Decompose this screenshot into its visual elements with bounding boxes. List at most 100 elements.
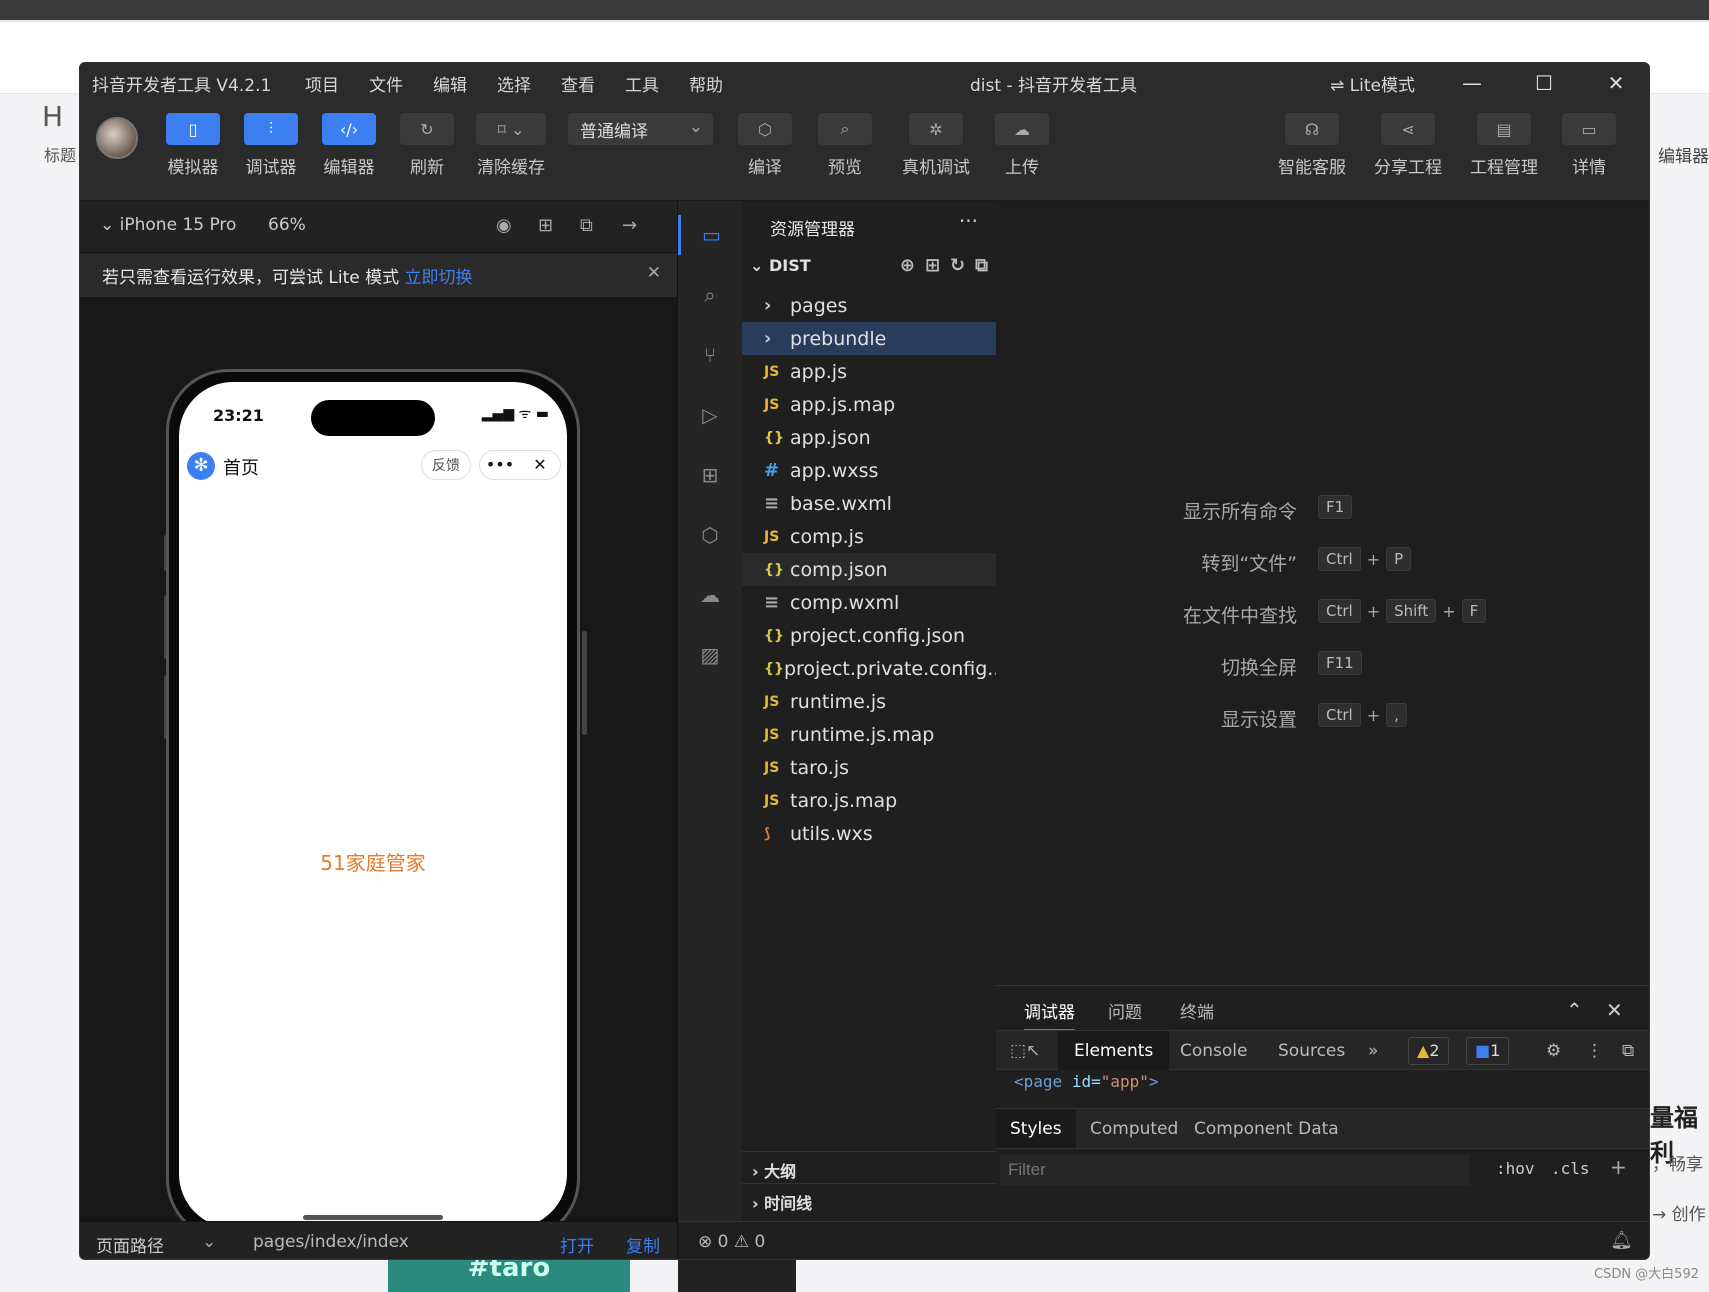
menu-select[interactable]: 选择 [497,71,531,96]
tree-item[interactable]: {} project.config.json [742,619,996,652]
package-icon[interactable]: ⬡ [678,515,742,555]
simulator-button[interactable]: ▯ 模拟器 [154,113,232,178]
lite-mode-button[interactable]: ⇌ Lite模式 [1330,71,1415,96]
tab-sources[interactable]: Sources [1278,1041,1345,1061]
close-panel-icon[interactable]: ✕ [1606,998,1623,1022]
tree-item[interactable]: {} project.private.config.... [742,652,996,685]
menu-project[interactable]: 项目 [305,71,339,96]
minimize-button[interactable]: — [1452,67,1492,99]
tree-item[interactable]: ⟆ utils.wxs [742,817,996,850]
popout-icon[interactable]: ⧉ [580,215,593,236]
device-select[interactable]: ⌄ iPhone 15 Pro [100,215,236,235]
dock-icon[interactable]: ⧉ [1622,1041,1634,1061]
copy-path-link[interactable]: 复制 [626,1232,660,1257]
explorer-icon[interactable]: ▭ [678,215,742,255]
tree-item[interactable]: JS app.js [742,355,996,388]
tab-terminal[interactable]: 终端 [1180,998,1214,1023]
settings-icon[interactable]: ⚙ [1546,1041,1561,1061]
bell-icon[interactable]: 🔔︎ [1610,1230,1633,1251]
share-project-button[interactable]: ⋖ 分享工程 [1360,113,1456,178]
collapse-all-icon[interactable]: ⧉ [975,255,988,276]
more-icon[interactable]: ··· [959,209,978,233]
menu-view[interactable]: 查看 [561,71,595,96]
refresh-button[interactable]: ↻ 刷新 [388,113,466,178]
source-control-icon[interactable]: ⑂ [678,335,742,375]
tree-item[interactable]: JS taro.js [742,751,996,784]
tree-item[interactable]: ≡ comp.wxml [742,586,996,619]
tab-styles[interactable]: Styles [996,1109,1076,1149]
close-miniapp-icon[interactable]: ✕ [520,451,560,479]
tree-item[interactable]: # app.wxss [742,454,996,487]
menu-tools[interactable]: 工具 [625,71,659,96]
tab-elements[interactable]: Elements [1058,1031,1170,1070]
maximize-button[interactable]: ☐ [1524,67,1564,99]
open-path-link[interactable]: 打开 [560,1232,594,1257]
problems-status[interactable]: ⊗ 0 ⚠ 0 [698,1232,765,1252]
tree-item[interactable]: JS runtime.js.map [742,718,996,751]
messages-badge[interactable]: ■1 [1466,1037,1510,1065]
menu-edit[interactable]: 编辑 [433,71,467,96]
clear-cache-button[interactable]: ⌑ ⌄ 清除缓存 [466,113,556,178]
more-tabs-icon[interactable]: » [1368,1041,1378,1061]
add-rule-icon[interactable]: + [1610,1155,1627,1179]
shortcut-row: 切换全屏 F11 [996,651,1649,681]
compile-mode-select[interactable]: 普通编译 ⌄ [568,113,713,145]
close-window-button[interactable]: ✕ [1596,67,1636,99]
zoom-select[interactable]: 66% [268,215,306,235]
search-icon[interactable]: ⌕ [678,275,742,315]
styles-filter-input[interactable] [1000,1155,1470,1185]
device-debug-button[interactable]: ✲ 真机调试 [888,113,984,178]
outline-section[interactable]: › 大纲 [742,1151,996,1183]
menu-help[interactable]: 帮助 [689,71,723,96]
debugger-button[interactable]: ⫶ 调试器 [232,113,310,178]
new-folder-icon[interactable]: ⊞ [925,255,940,276]
dom-tree-line[interactable]: <page id="app"> [1014,1072,1159,1091]
inspect-icon[interactable]: ⬚↖ [1010,1041,1040,1061]
preview-button[interactable]: ⌕ 预览 [802,113,888,178]
compile-button[interactable]: ⬡ 编译 [728,113,802,178]
tree-item[interactable]: JS comp.js [742,520,996,553]
tab-computed[interactable]: Computed [1090,1119,1178,1139]
user-avatar[interactable] [96,117,138,159]
run-debug-icon[interactable]: ▷ [678,395,742,435]
new-file-icon[interactable]: ⊕ [900,255,915,276]
more-icon[interactable]: ••• [480,451,520,479]
tab-problems[interactable]: 问题 [1108,998,1142,1023]
chevron-up-icon[interactable]: ⌃ [1566,998,1583,1022]
timeline-section[interactable]: › 时间线 [742,1183,996,1215]
switch-lite-link[interactable]: 立即切换 [405,268,473,288]
grid-icon[interactable]: ⊞ [538,215,553,236]
tree-item[interactable]: › prebundle [742,322,996,355]
tree-item[interactable]: › pages [742,289,996,322]
menu-file[interactable]: 文件 [369,71,403,96]
tree-item[interactable]: {} app.json [742,421,996,454]
tree-item[interactable]: JS runtime.js [742,685,996,718]
refresh-icon[interactable]: ↻ [950,255,965,276]
extensions-icon[interactable]: ⊞ [678,455,742,495]
tab-console[interactable]: Console [1180,1041,1248,1061]
tree-item[interactable]: {} comp.json [742,553,996,586]
warnings-badge[interactable]: ▲2 [1408,1037,1449,1065]
tab-component-data[interactable]: Component Data [1194,1119,1339,1139]
tree-item[interactable]: JS taro.js.map [742,784,996,817]
kebab-menu-icon[interactable]: ⋮ [1586,1041,1603,1061]
dist-folder-header[interactable]: ⌄ DIST ⊕ ⊞ ↻ ⧉ [742,251,996,281]
arrow-right-icon[interactable]: → [622,215,637,236]
support-button[interactable]: ☊ 智能客服 [1264,113,1360,178]
tab-debugger[interactable]: 调试器 [1024,998,1075,1031]
douyin-account-icon[interactable]: ◉ [496,215,512,236]
cloud-icon[interactable]: ☁ [678,575,742,615]
upload-button[interactable]: ☁ 上传 [984,113,1060,178]
tree-item[interactable]: JS app.js.map [742,388,996,421]
hov-toggle[interactable]: :hov [1496,1159,1535,1178]
close-tip-icon[interactable]: ✕ [647,263,661,283]
editor-button[interactable]: ‹/› 编辑器 [310,113,388,178]
chevron-right-icon: › [764,295,772,316]
project-management-button[interactable]: ▤ 工程管理 [1456,113,1552,178]
details-button[interactable]: ▭ 详情 [1552,113,1626,178]
feedback-button[interactable]: 反馈 [421,450,471,480]
monitor-icon[interactable]: ▨ [678,635,742,675]
chevron-down-icon[interactable]: ⌄ [202,1232,216,1252]
tree-item[interactable]: ≡ base.wxml [742,487,996,520]
cls-toggle[interactable]: .cls [1551,1159,1590,1178]
